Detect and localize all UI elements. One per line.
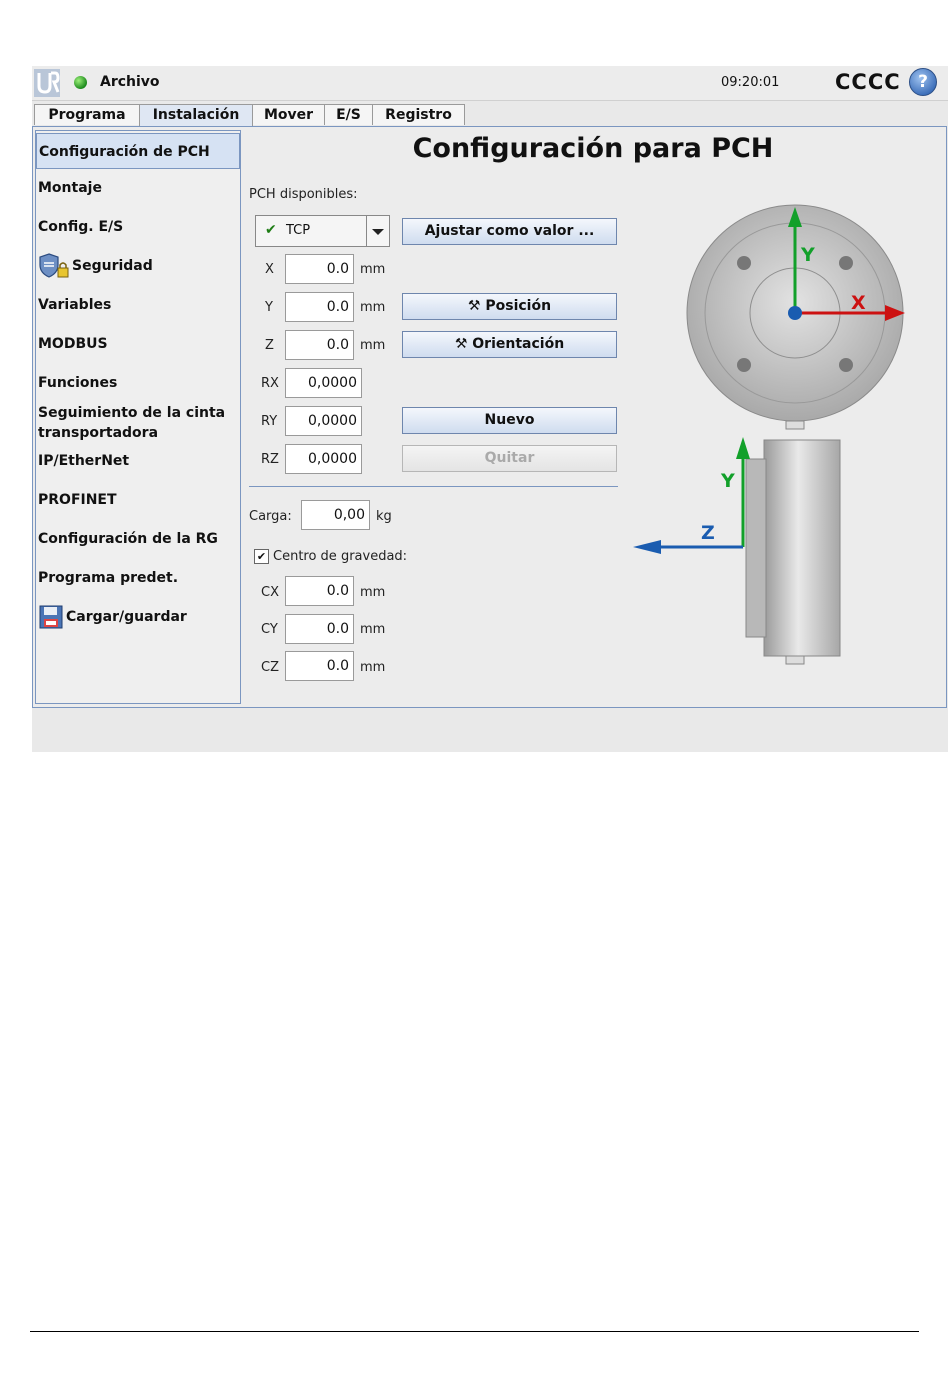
installation-panel: Configuración de PCH Montaje Config. E/S…	[32, 126, 947, 708]
cx-label: CX	[261, 585, 279, 600]
tab-es[interactable]: E/S	[324, 104, 373, 125]
y-axis-label-side: Y	[720, 470, 735, 492]
y-axis-label: Y	[800, 244, 815, 266]
x-label: X	[265, 262, 274, 277]
sidebar-item-ethernet-ip[interactable]: IP/EtherNet	[36, 446, 240, 476]
help-icon[interactable]: ?	[909, 68, 937, 96]
ur-logo-icon	[34, 69, 60, 97]
floppy-disk-icon	[39, 605, 63, 629]
check-icon: ✔	[265, 222, 277, 238]
cog-label: Centro de gravedad:	[273, 549, 408, 564]
sidebar-item-profinet[interactable]: PROFINET	[36, 485, 240, 515]
wand-icon: ⚒	[454, 336, 468, 352]
tab-registro[interactable]: Registro	[372, 104, 465, 125]
cz-unit: mm	[360, 660, 386, 675]
sidebar-item-load-save-label: Cargar/guardar	[66, 609, 187, 625]
tab-instalacion[interactable]: Instalación	[139, 104, 253, 127]
title-bar: Archivo 09:20:01 CCCC ?	[32, 66, 948, 101]
cz-field[interactable]: 0.0	[285, 651, 354, 681]
sidebar-item-safety[interactable]: Seguridad	[36, 249, 240, 283]
y-label: Y	[265, 300, 273, 315]
remove-tcp-button[interactable]: Quitar	[402, 445, 617, 472]
tool-flange-diagram: Y X Y Z	[633, 204, 905, 665]
payload-field[interactable]: 0,00	[301, 500, 370, 530]
cy-label: CY	[261, 622, 278, 637]
set-default-button[interactable]: Ajustar como valor ...	[402, 218, 617, 245]
safety-shield-lock-icon	[39, 253, 69, 278]
y-field[interactable]: 0.0	[285, 292, 354, 322]
sidebar-item-io-config[interactable]: Config. E/S	[36, 212, 240, 242]
position-button[interactable]: ⚒ Posición	[402, 293, 617, 320]
x-unit: mm	[360, 262, 386, 277]
page-footer-rule	[30, 1331, 919, 1332]
position-button-label: Posición	[485, 298, 552, 314]
payload-label: Carga:	[249, 509, 292, 524]
cog-checkbox[interactable]: ✔	[254, 549, 269, 564]
sidebar: Configuración de PCH Montaje Config. E/S…	[35, 130, 241, 704]
wand-icon: ⚒	[467, 298, 481, 314]
cy-field[interactable]: 0.0	[285, 614, 354, 644]
cx-field[interactable]: 0.0	[285, 576, 354, 606]
cx-unit: mm	[360, 585, 386, 600]
tab-programa[interactable]: Programa	[34, 104, 140, 125]
divider	[249, 486, 618, 487]
sidebar-item-variables[interactable]: Variables	[36, 290, 240, 320]
sidebar-item-features[interactable]: Funciones	[36, 368, 240, 398]
sidebar-item-conveyor-tracking[interactable]: Seguimiento de la cinta transportadora	[36, 403, 240, 443]
robot-status-icon[interactable]	[74, 76, 87, 89]
cz-label: CZ	[261, 660, 279, 675]
sidebar-item-safety-label: Seguridad	[72, 258, 153, 274]
y-unit: mm	[360, 300, 386, 315]
sidebar-item-modbus[interactable]: MODBUS	[36, 329, 240, 359]
orientation-button-label: Orientación	[472, 336, 565, 352]
ry-label: RY	[261, 414, 278, 429]
sidebar-item-tcp-config[interactable]: Configuración de PCH	[36, 133, 240, 169]
cy-unit: mm	[360, 622, 386, 637]
clock: 09:20:01	[721, 75, 780, 90]
tab-mover[interactable]: Mover	[252, 104, 325, 125]
z-field[interactable]: 0.0	[285, 330, 354, 360]
file-menu[interactable]: Archivo	[100, 74, 160, 90]
z-label: Z	[265, 338, 274, 353]
ry-field[interactable]: 0,0000	[285, 406, 362, 436]
robot-name: CCCC	[835, 70, 901, 94]
sidebar-item-default-program[interactable]: Programa predet.	[36, 563, 240, 593]
rx-label: RX	[261, 376, 279, 391]
sidebar-item-rg-config[interactable]: Configuración de la RG	[36, 524, 240, 554]
page-title: Configuración para PCH	[412, 133, 774, 164]
tcp-config-content: Configuración para PCH PCH disponibles: …	[243, 127, 945, 705]
main-tabs: Programa Instalación Mover E/S Registro	[32, 104, 948, 127]
chevron-down-icon[interactable]	[366, 216, 389, 246]
flange-side-view: Y Z	[633, 437, 841, 665]
orientation-button[interactable]: ⚒ Orientación	[402, 331, 617, 358]
tcp-select[interactable]: ✔ TCP	[255, 215, 390, 247]
rz-label: RZ	[261, 452, 279, 467]
available-tcp-label: PCH disponibles:	[249, 187, 358, 202]
rz-field[interactable]: 0,0000	[285, 444, 362, 474]
new-tcp-button[interactable]: Nuevo	[402, 407, 617, 434]
z-unit: mm	[360, 338, 386, 353]
z-axis-label: Z	[701, 522, 715, 544]
x-field[interactable]: 0.0	[285, 254, 354, 284]
sidebar-item-mounting[interactable]: Montaje	[36, 173, 240, 203]
sidebar-item-load-save[interactable]: Cargar/guardar	[36, 601, 240, 633]
payload-unit: kg	[376, 509, 392, 524]
tcp-select-value: TCP	[286, 223, 311, 238]
robot-ui-screen: Archivo 09:20:01 CCCC ? Programa Instala…	[32, 66, 948, 752]
x-axis-label: X	[851, 292, 866, 314]
rx-field[interactable]: 0,0000	[285, 368, 362, 398]
